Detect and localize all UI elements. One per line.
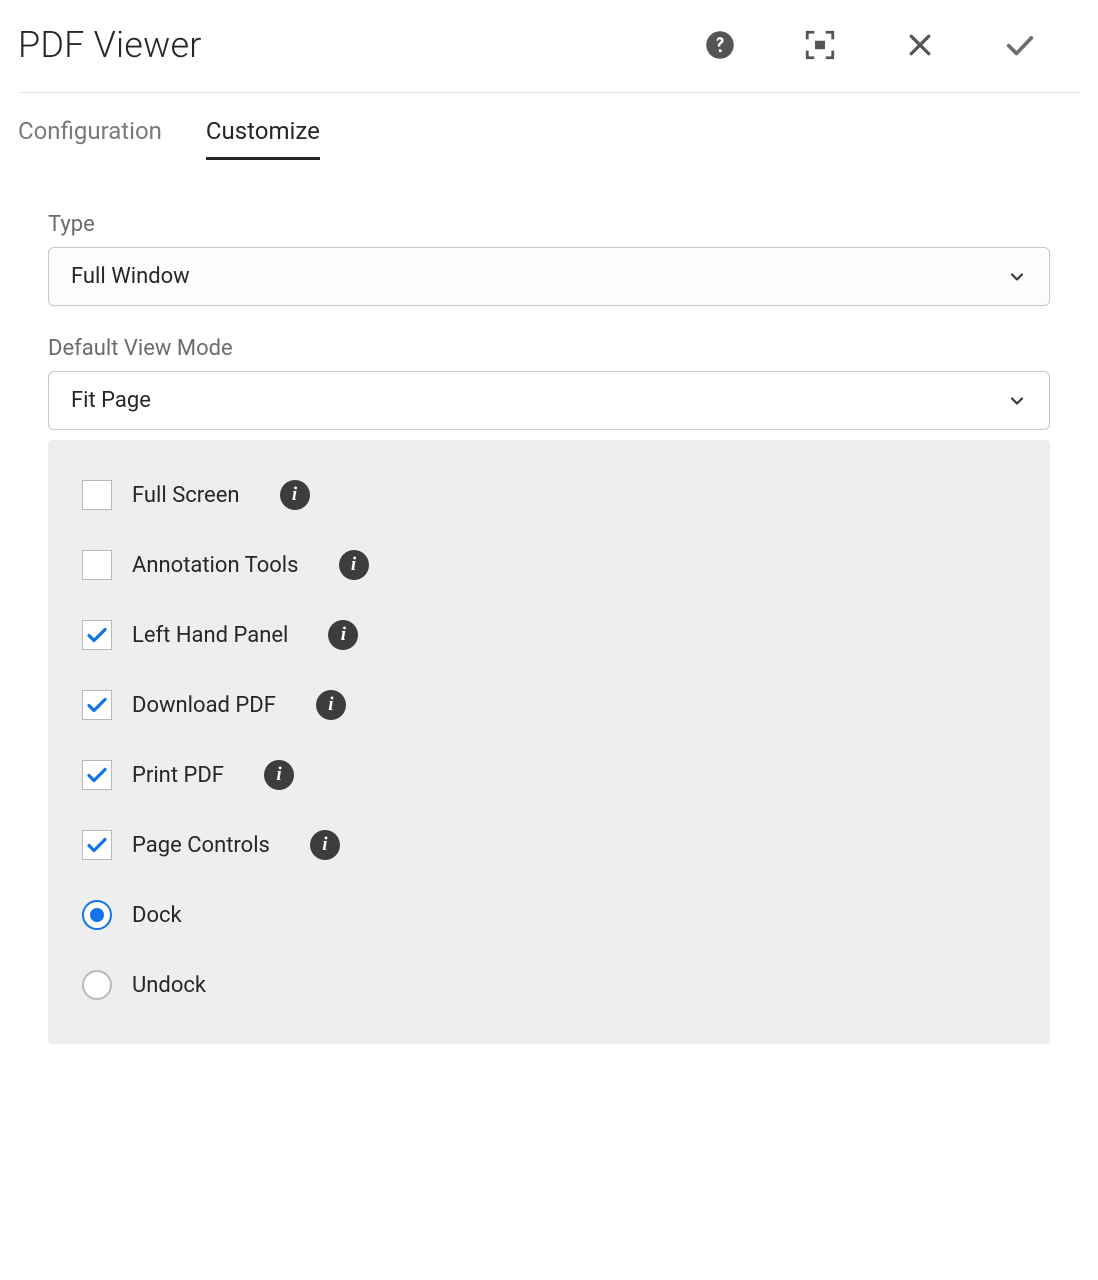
default-view-mode-select-value: Fit Page [71,388,151,413]
undock-radio[interactable] [82,970,112,1000]
full-screen-checkbox[interactable] [82,480,112,510]
undock-label: Undock [132,973,206,998]
dock-label: Dock [132,903,182,928]
option-page-controls-row: Page Controls i [82,830,1016,860]
checkmark-icon [85,833,109,857]
left-hand-panel-checkbox[interactable] [82,620,112,650]
field-default-view-mode: Default View Mode Fit Page [48,336,1050,430]
header-actions [702,27,1080,63]
page-controls-label: Page Controls [132,833,270,858]
dialog-header: PDF Viewer [0,0,1098,92]
option-full-screen-row: Full Screen i [82,480,1016,510]
chevron-down-icon [1007,391,1027,411]
close-button[interactable] [902,27,938,63]
option-annotation-tools-row: Annotation Tools i [82,550,1016,580]
print-pdf-label: Print PDF [132,763,224,788]
download-pdf-info-icon[interactable]: i [316,690,346,720]
option-left-hand-panel-row: Left Hand Panel i [82,620,1016,650]
full-screen-label: Full Screen [132,483,240,508]
options-panel: Full Screen i Annotation Tools i Left Ha… [48,440,1050,1044]
option-undock-row: Undock [82,970,1016,1000]
option-download-pdf-row: Download PDF i [82,690,1016,720]
full-screen-info-icon[interactable]: i [280,480,310,510]
checkmark-icon [85,623,109,647]
tabs: Configuration Customize [0,93,1098,160]
type-select[interactable]: Full Window [48,247,1050,306]
download-pdf-label: Download PDF [132,693,276,718]
type-select-value: Full Window [71,264,190,289]
type-label: Type [48,212,1050,237]
option-dock-row: Dock [82,900,1016,930]
checkmark-icon [85,763,109,787]
left-hand-panel-info-icon[interactable]: i [328,620,358,650]
done-button[interactable] [1002,27,1038,63]
download-pdf-checkbox[interactable] [82,690,112,720]
page-controls-info-icon[interactable]: i [310,830,340,860]
default-view-mode-label: Default View Mode [48,336,1050,361]
annotation-tools-info-icon[interactable]: i [339,550,369,580]
dialog-title: PDF Viewer [18,24,702,66]
fullscreen-icon [803,28,837,62]
default-view-mode-select[interactable]: Fit Page [48,371,1050,430]
page-controls-checkbox[interactable] [82,830,112,860]
tab-customize[interactable]: Customize [206,117,320,160]
print-pdf-checkbox[interactable] [82,760,112,790]
chevron-down-icon [1007,267,1027,287]
tab-configuration[interactable]: Configuration [18,117,162,160]
annotation-tools-checkbox[interactable] [82,550,112,580]
fullscreen-button[interactable] [802,27,838,63]
option-print-pdf-row: Print PDF i [82,760,1016,790]
dock-radio[interactable] [82,900,112,930]
print-pdf-info-icon[interactable]: i [264,760,294,790]
left-hand-panel-label: Left Hand Panel [132,623,288,648]
close-icon [905,30,935,60]
annotation-tools-label: Annotation Tools [132,553,299,578]
check-icon [1003,28,1037,62]
field-type: Type Full Window [48,212,1050,306]
checkmark-icon [85,693,109,717]
help-icon [705,30,735,60]
help-button[interactable] [702,27,738,63]
